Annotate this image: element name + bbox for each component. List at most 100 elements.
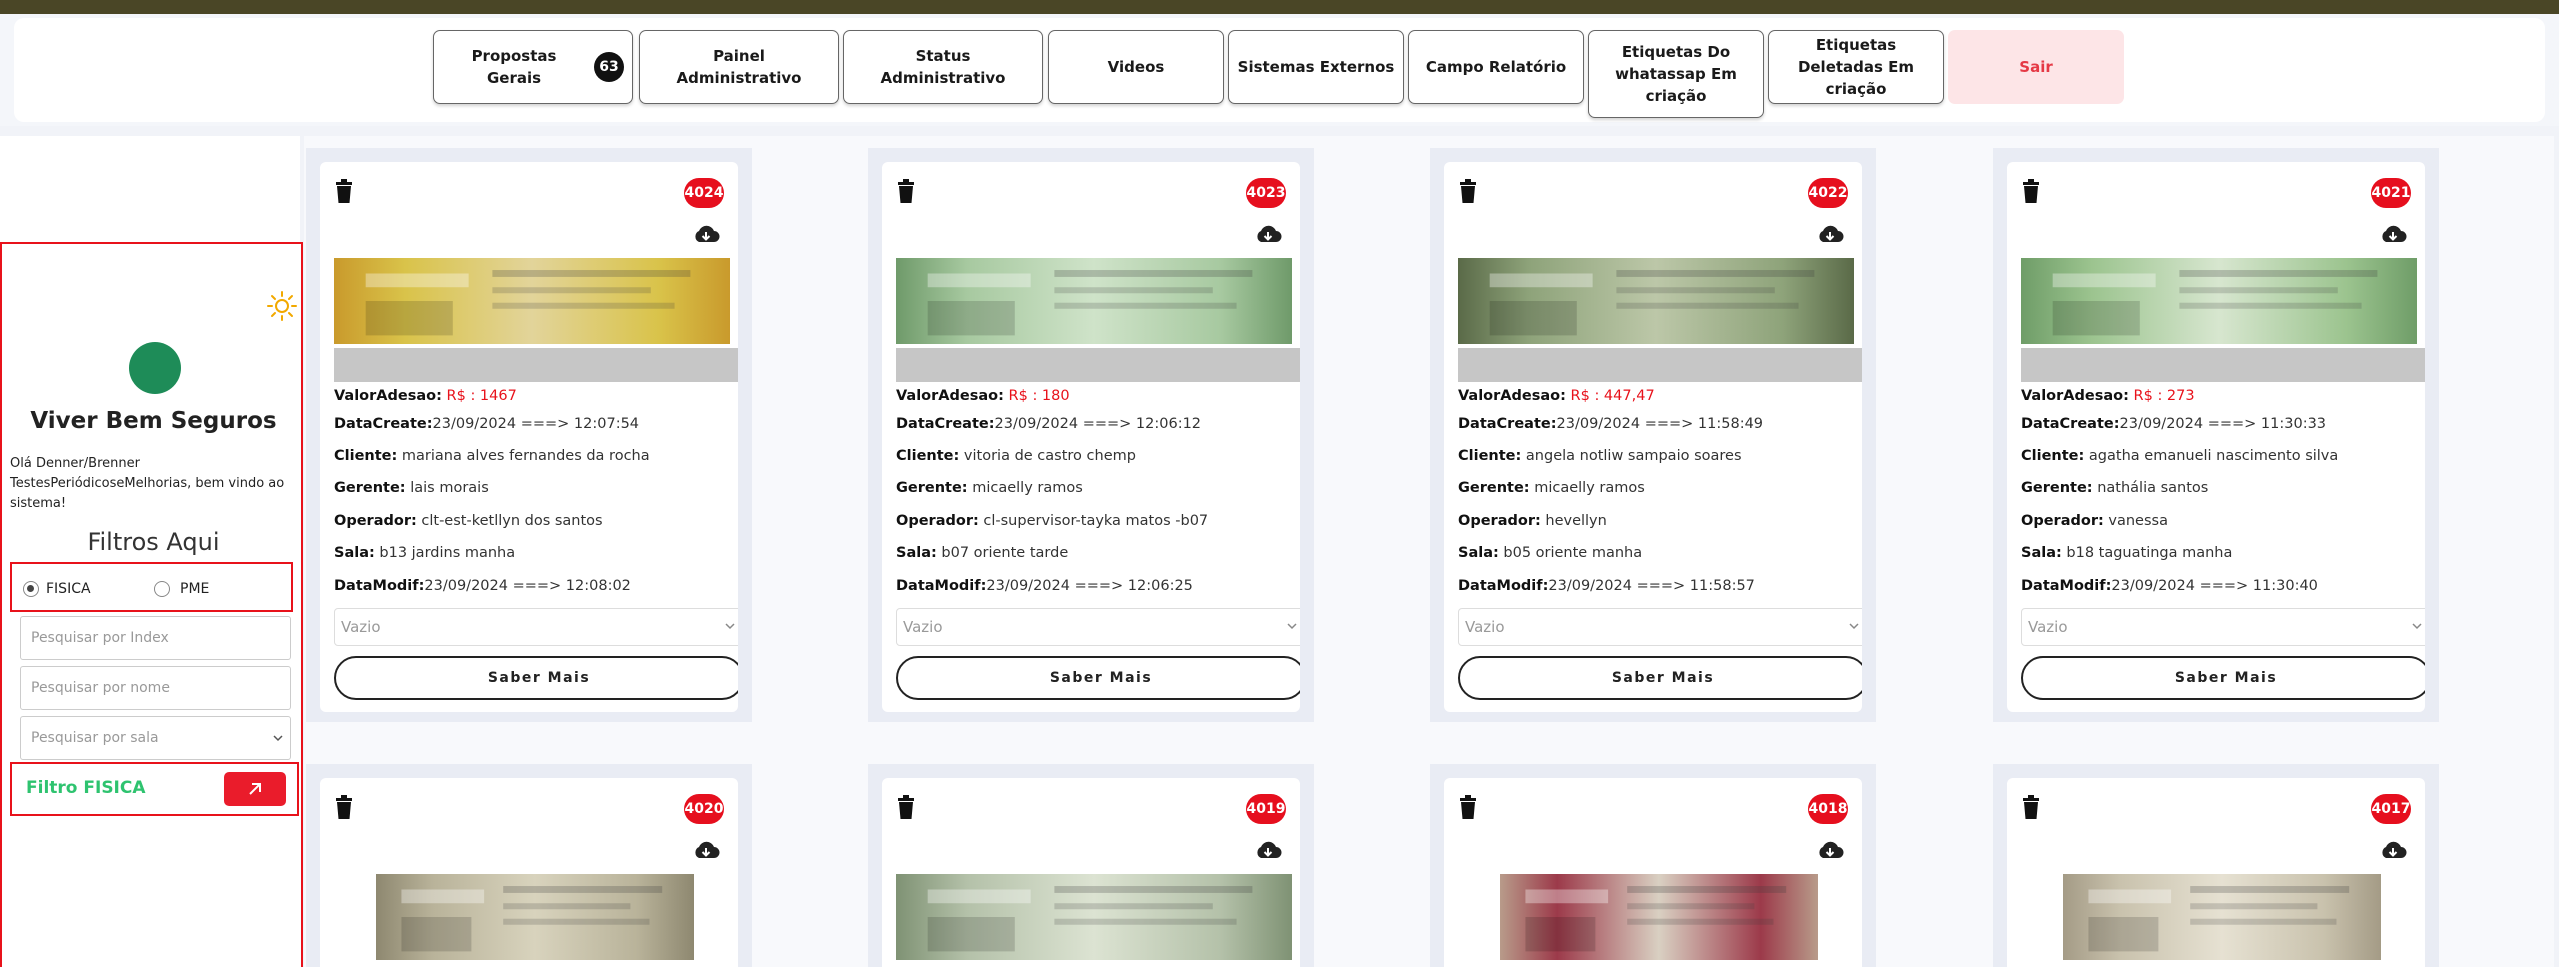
nav-painel-administrativo-button[interactable]: Painel Administrativo bbox=[639, 30, 839, 104]
card-operador-label: Operador: bbox=[2021, 513, 2104, 529]
fisica-radio-label[interactable]: FISICA bbox=[46, 581, 91, 597]
card-datamodif-value: 23/09/2024 ===> 12:06:25 bbox=[986, 578, 1193, 594]
image-caption-bar bbox=[334, 348, 738, 382]
cloud-download-icon[interactable] bbox=[1816, 224, 1844, 246]
card-datamodif-label: DataModif: bbox=[334, 578, 425, 594]
arrow-up-right-icon bbox=[249, 783, 261, 795]
nav-sistemas-externos-button[interactable]: Sistemas Externos bbox=[1228, 30, 1404, 104]
card-cliente-label: Cliente: bbox=[334, 448, 398, 464]
card-valor-row: ValorAdesao: R$ : 273 bbox=[2021, 388, 2195, 404]
nav-label: Videos bbox=[1107, 58, 1165, 76]
pme-radio[interactable] bbox=[154, 581, 170, 597]
card-cliente-value: agatha emanueli nascimento silva bbox=[2088, 448, 2339, 464]
trash-icon[interactable] bbox=[334, 794, 354, 820]
saber-mais-button[interactable]: Saber Mais bbox=[2021, 656, 2425, 700]
card-sala-row: Sala: b13 jardins manha bbox=[334, 545, 515, 561]
trash-icon[interactable] bbox=[334, 178, 354, 204]
nav-label: Etiquetas Do whatassap Em criação bbox=[1615, 43, 1737, 105]
sun-icon[interactable] bbox=[266, 290, 298, 322]
nav-videos-button[interactable]: Videos bbox=[1048, 30, 1224, 104]
saber-mais-button[interactable]: Saber Mais bbox=[334, 656, 738, 700]
card-datamodif-row: DataModif:23/09/2024 ===> 11:30:40 bbox=[2021, 578, 2318, 594]
proposal-card: 4023 ValorAdesao: R$ : 180 DataCreate:23/0… bbox=[882, 162, 1300, 712]
card-operador-label: Operador: bbox=[1458, 513, 1541, 529]
trash-icon[interactable] bbox=[896, 794, 916, 820]
card-operador-value: vanessa bbox=[2108, 513, 2168, 529]
cloud-download-icon[interactable] bbox=[1816, 840, 1844, 862]
search-name-input[interactable]: Pesquisar por nome bbox=[20, 666, 291, 710]
status-select[interactable]: Vazio bbox=[334, 608, 738, 646]
proposal-card: 4018 bbox=[1444, 778, 1862, 967]
card-datamodif-row: DataModif:23/09/2024 ===> 11:58:57 bbox=[1458, 578, 1755, 594]
image-caption-bar bbox=[896, 348, 1300, 382]
proposal-card: 4020 bbox=[320, 778, 738, 967]
apply-filter-box: Filtro FISICA bbox=[10, 762, 299, 816]
trash-icon[interactable] bbox=[1458, 794, 1478, 820]
cloud-download-icon[interactable] bbox=[2379, 840, 2407, 862]
card-gerente-label: Gerente: bbox=[1458, 480, 1530, 496]
nav-campo-relatorio-button[interactable]: Campo Relatório bbox=[1408, 30, 1584, 104]
saber-mais-button[interactable]: Saber Mais bbox=[896, 656, 1300, 700]
card-cliente-label: Cliente: bbox=[896, 448, 960, 464]
proposal-card-container: 4023 ValorAdesao: R$ : 180 DataCreate:23/0… bbox=[868, 148, 1314, 722]
status-select[interactable]: Vazio bbox=[1458, 608, 1862, 646]
cloud-download-icon[interactable] bbox=[692, 224, 720, 246]
status-select-value: Vazio bbox=[1465, 618, 1505, 636]
image-caption-bar bbox=[2021, 348, 2425, 382]
apply-filter-button[interactable] bbox=[224, 772, 286, 806]
nav-etiquetas-deletadas-button[interactable]: Etiquetas Deletadas Em criação bbox=[1768, 30, 1944, 104]
avatar bbox=[129, 342, 181, 394]
card-sala-row: Sala: b18 taguatinga manha bbox=[2021, 545, 2232, 561]
nav-status-administrativo-button[interactable]: Status Administrativo bbox=[843, 30, 1043, 104]
image-caption-bar bbox=[1458, 348, 1862, 382]
proposal-id-badge: 4020 bbox=[684, 794, 724, 824]
proposal-card: 4017 bbox=[2007, 778, 2425, 967]
trash-icon[interactable] bbox=[896, 178, 916, 204]
document-image-detail bbox=[2088, 886, 2350, 952]
trash-icon[interactable] bbox=[2021, 794, 2041, 820]
top-navigation: Propostas Gerais 63 Painel Administrativ… bbox=[0, 14, 2559, 126]
search-sala-placeholder: Pesquisar por sala bbox=[31, 730, 159, 746]
nav-etiquetas-whatsapp-button[interactable]: Etiquetas Do whatassap Em criação bbox=[1588, 30, 1764, 118]
chevron-down-icon bbox=[1849, 623, 1859, 630]
card-sala-label: Sala: bbox=[2021, 545, 2062, 561]
card-datamodif-value: 23/09/2024 ===> 11:30:40 bbox=[2111, 578, 2318, 594]
card-cliente-value: mariana alves fernandes da rocha bbox=[401, 448, 650, 464]
card-operador-row: Operador: hevellyn bbox=[1458, 513, 1607, 529]
document-image bbox=[334, 258, 730, 344]
proposal-id-badge: 4018 bbox=[1808, 794, 1848, 824]
document-image bbox=[1458, 258, 1854, 344]
card-valor-value: R$ : 447,47 bbox=[1570, 388, 1655, 404]
pme-radio-label[interactable]: PME bbox=[180, 581, 209, 597]
search-index-input[interactable]: Pesquisar por Index bbox=[20, 616, 291, 660]
card-sala-value: b05 oriente manha bbox=[1503, 545, 1643, 561]
proposal-id-badge: 4017 bbox=[2371, 794, 2411, 824]
card-datacreate-value: 23/09/2024 ===> 12:07:54 bbox=[432, 416, 640, 432]
document-image bbox=[2021, 258, 2417, 344]
search-sala-select[interactable]: Pesquisar por sala bbox=[20, 716, 291, 760]
nav-label: Propostas Gerais bbox=[471, 47, 557, 87]
document-image bbox=[896, 258, 1292, 344]
document-image bbox=[376, 874, 694, 960]
cloud-download-icon[interactable] bbox=[2379, 224, 2407, 246]
proposal-count-badge: 63 bbox=[594, 52, 624, 82]
cloud-download-icon[interactable] bbox=[1254, 224, 1282, 246]
trash-icon[interactable] bbox=[2021, 178, 2041, 204]
status-select[interactable]: Vazio bbox=[2021, 608, 2425, 646]
cloud-download-icon[interactable] bbox=[1254, 840, 1282, 862]
nav-propostas-gerais-button[interactable]: Propostas Gerais 63 bbox=[433, 30, 633, 104]
nav-label: Painel Administrativo bbox=[676, 47, 802, 87]
card-sala-row: Sala: b05 oriente manha bbox=[1458, 545, 1642, 561]
cloud-download-icon[interactable] bbox=[692, 840, 720, 862]
saber-mais-button[interactable]: Saber Mais bbox=[1458, 656, 1862, 700]
welcome-message: Olá Denner/Brenner TestesPeriódicoseMelh… bbox=[10, 456, 285, 511]
card-operador-row: Operador: cl-supervisor-tayka matos -b07 bbox=[896, 513, 1208, 529]
card-datamodif-value: 23/09/2024 ===> 12:08:02 bbox=[424, 578, 631, 594]
card-datacreate-row: DataCreate:23/09/2024 ===> 12:07:54 bbox=[334, 416, 639, 432]
status-select[interactable]: Vazio bbox=[896, 608, 1300, 646]
fisica-radio[interactable] bbox=[23, 581, 39, 597]
proposal-card-container: 4019 bbox=[868, 764, 1314, 967]
trash-icon[interactable] bbox=[1458, 178, 1478, 204]
card-valor-label: ValorAdesao: bbox=[1458, 388, 1566, 404]
logout-button[interactable]: Sair bbox=[1948, 30, 2124, 104]
